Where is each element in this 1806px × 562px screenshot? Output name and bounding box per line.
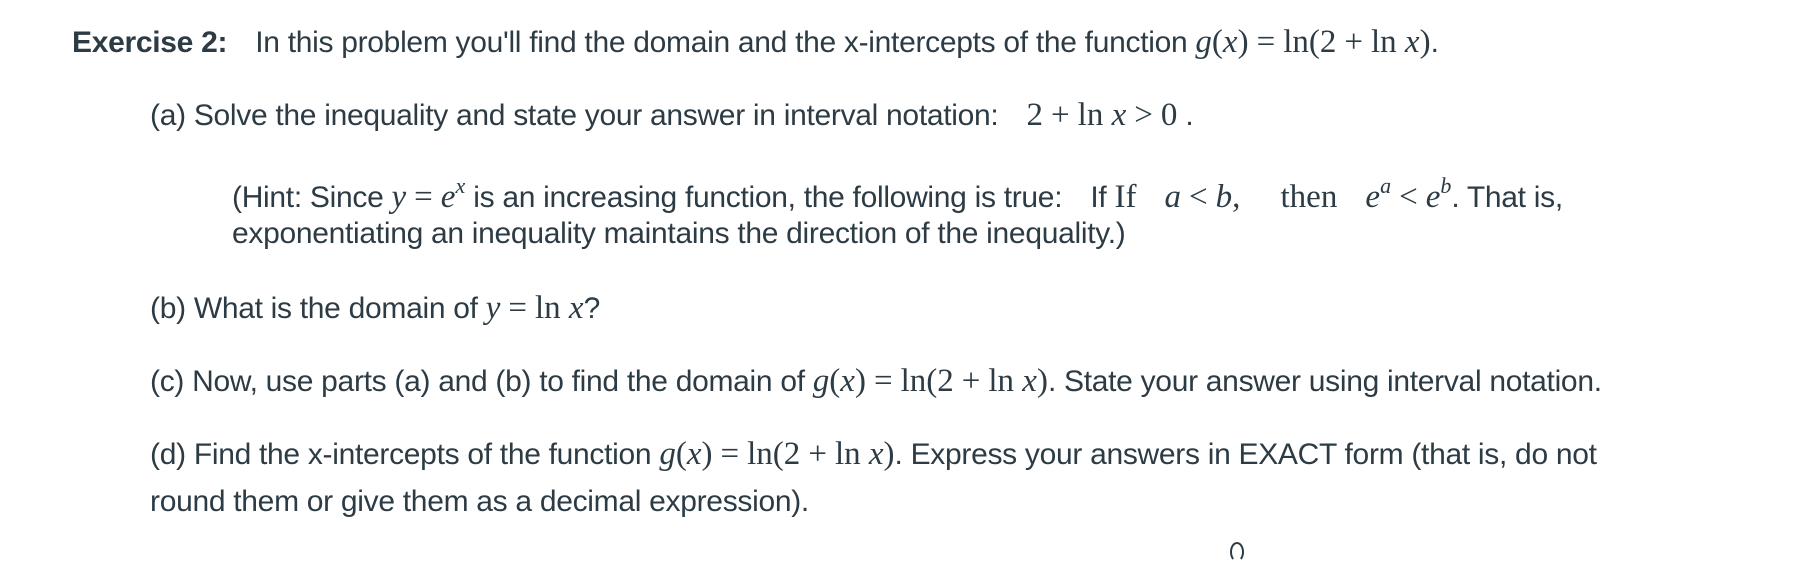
part-c-end: . State your answer using interval notat… — [1047, 365, 1602, 398]
cropped-glyph — [1230, 542, 1244, 562]
exercise-label: Exercise 2: — [72, 26, 228, 59]
part-d: (d) Find the x-intercepts of the functio… — [150, 434, 1597, 475]
part-c-formula: g(x) = ln(2 + ln x) — [812, 363, 1048, 399]
part-c: (c) Now, use parts (a) and (b) to find t… — [150, 361, 1602, 402]
hint-line-2: exponentiating an inequality maintains t… — [232, 214, 1126, 254]
part-a-text: Solve the inequality and state your answ… — [193, 99, 999, 132]
hint-if-math: If — [1114, 179, 1137, 215]
part-c-label: (c) — [150, 365, 185, 398]
hint-suffix: . That is, — [1451, 181, 1563, 214]
part-b-end: ? — [583, 292, 601, 325]
part-d-line-2-text: round them or give them as a decimal exp… — [150, 485, 809, 518]
part-d-formula: g(x) = ln(2 + ln x) — [659, 436, 895, 472]
exercise-intro: In this problem you'll find the domain a… — [255, 26, 1188, 59]
part-a-inequality: 2 + ln x >0 — [1026, 97, 1178, 133]
part-d-line-2: round them or give them as a decimal exp… — [150, 482, 809, 522]
hint-condition: a < b, — [1164, 179, 1241, 215]
hint-result: ea < eb — [1365, 173, 1452, 215]
part-b-label: (b) — [150, 292, 186, 325]
hint-exp-function: y = ex — [391, 173, 466, 215]
part-d-text: Find the x-intercepts of the function — [193, 438, 652, 471]
part-b: (b) What is the domain of y = ln x? — [150, 288, 600, 329]
hint-middle: is an increasing function, the following… — [473, 181, 1063, 214]
part-b-text: What is the domain of — [193, 292, 478, 325]
hint-line-2-text: exponentiating an inequality maintains t… — [232, 217, 1126, 250]
part-a-label: (a) — [150, 99, 186, 132]
part-a-end: . — [1185, 99, 1194, 132]
function-formula: g(x) = ln(2 + ln x) — [1195, 24, 1431, 60]
hint-line-1: (Hint: Since y = ex is an increasing funct… — [232, 166, 1563, 218]
exercise-heading: Exercise 2: In this problem you'll find … — [72, 22, 1439, 63]
part-c-text: Now, use parts (a) and (b) to find the d… — [192, 365, 805, 398]
part-d-end: . Express your answers in EXACT form (th… — [894, 438, 1597, 471]
hint-if-plain: If — [1090, 181, 1107, 214]
part-d-label: (d) — [150, 438, 186, 471]
part-a: (a) Solve the inequality and state your … — [150, 95, 1194, 136]
hint-then: then — [1280, 179, 1338, 215]
hint-prefix: (Hint: Since — [232, 181, 384, 214]
part-b-formula: y = ln x — [485, 290, 584, 326]
exercise-intro-end: . — [1430, 26, 1439, 59]
